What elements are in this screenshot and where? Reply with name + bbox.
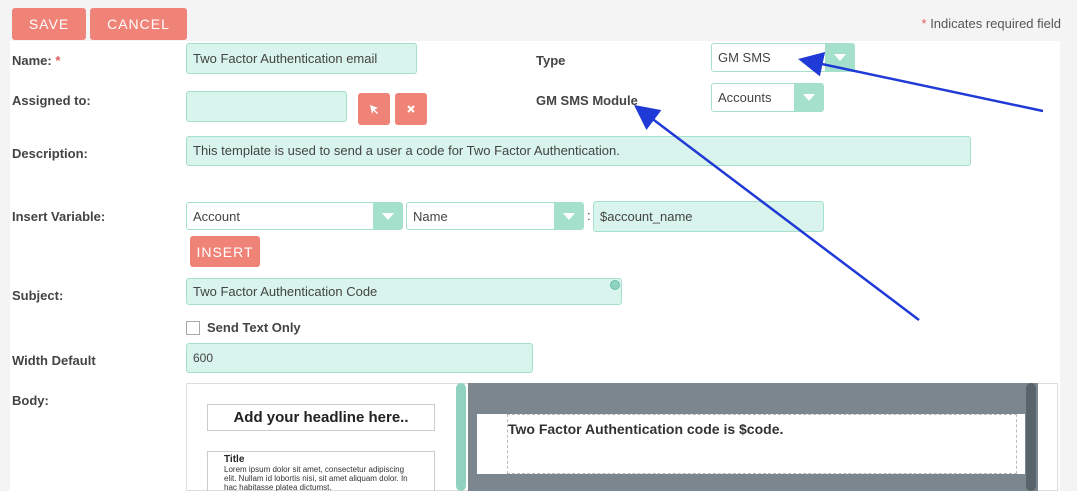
arrow-to-gm-sms-module	[634, 104, 920, 321]
arrow-to-type	[798, 51, 1044, 113]
annotation-arrows	[634, 51, 1044, 321]
